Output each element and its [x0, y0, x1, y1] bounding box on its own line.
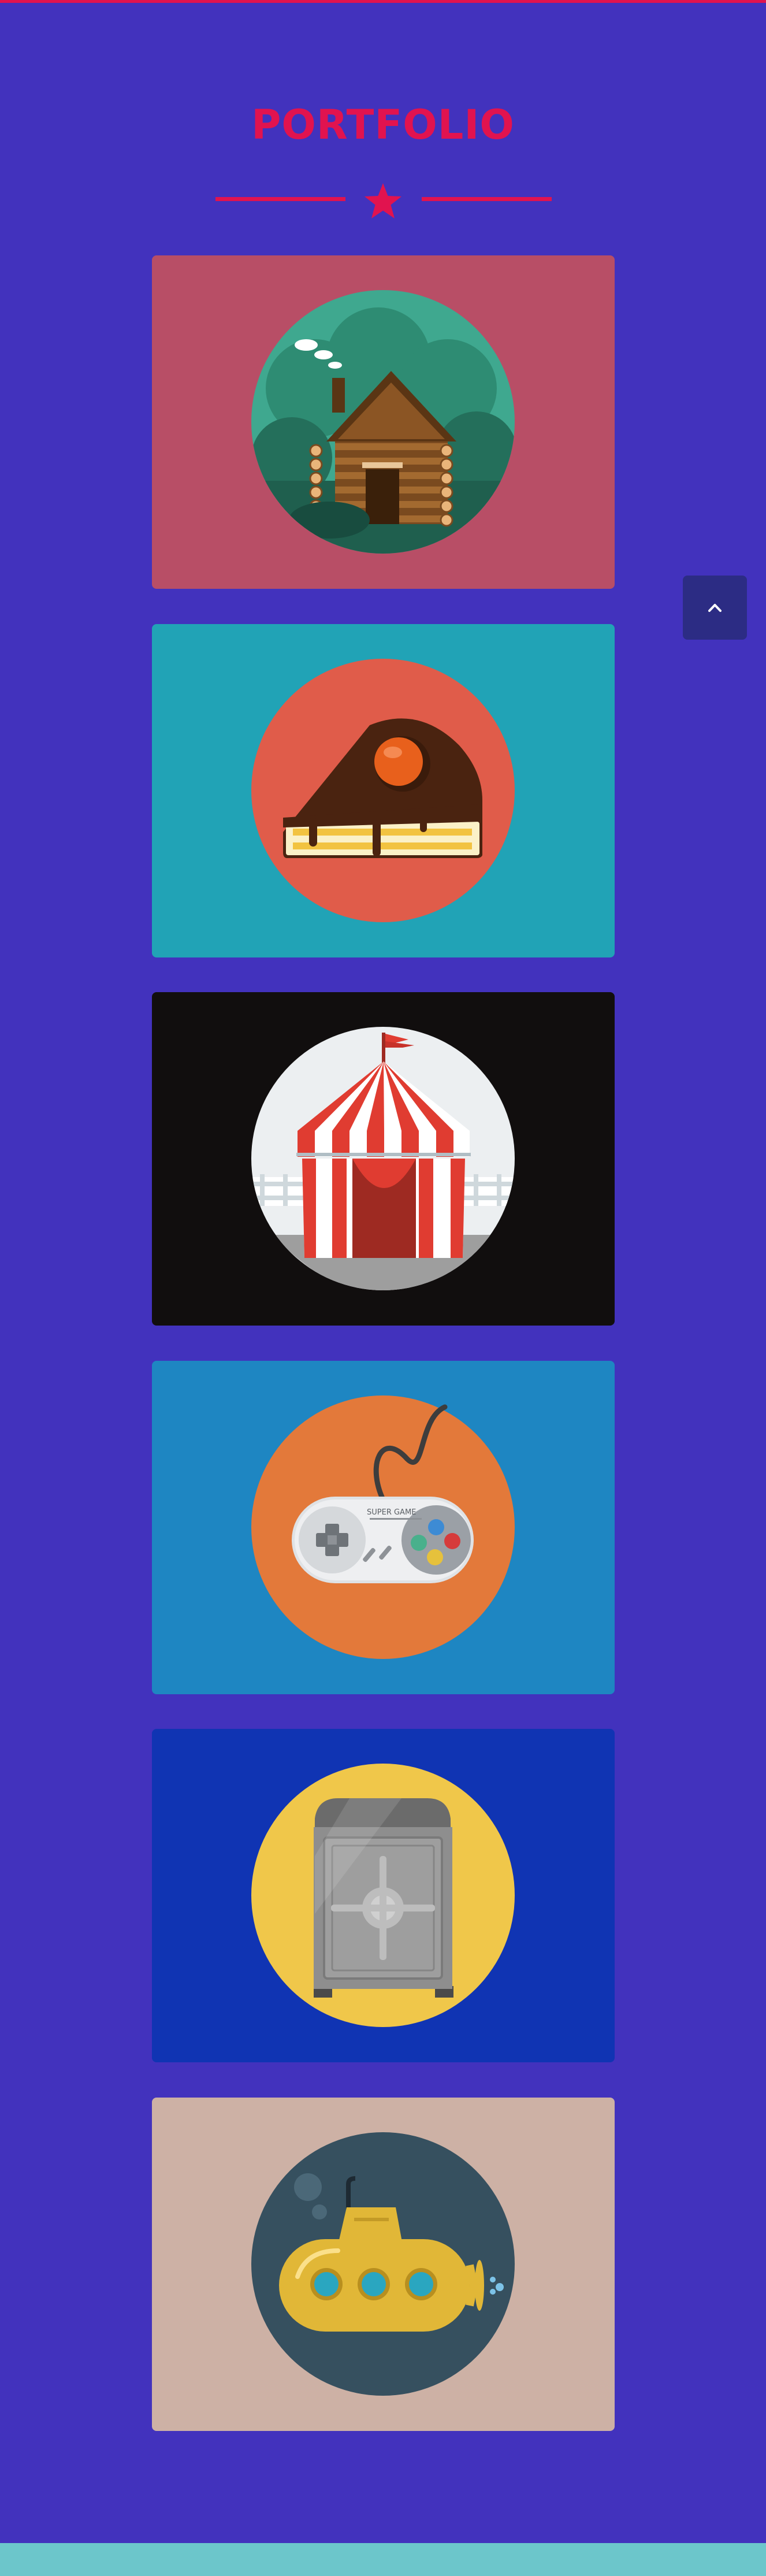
star-icon	[365, 183, 401, 218]
section-title: PORTFOLIO	[251, 101, 515, 149]
footer-band	[0, 2543, 766, 2576]
portfolio-item-circus[interactable]	[152, 992, 615, 1326]
portfolio-item-submarine[interactable]	[152, 2098, 615, 2431]
safe-icon	[251, 1764, 515, 2027]
portfolio-item-game-controller[interactable]: SUPER GAME	[152, 1361, 615, 1694]
chevron-up-icon	[708, 604, 722, 612]
divider-line-left	[215, 197, 345, 201]
game-controller-icon: SUPER GAME	[251, 1395, 515, 1659]
circus-tent-icon	[251, 1027, 515, 1290]
controller-brand-label: SUPER GAME	[367, 1508, 416, 1517]
portfolio-item-safe[interactable]	[152, 1729, 615, 2062]
title-divider	[0, 182, 766, 218]
portfolio-item-cabin[interactable]	[152, 255, 615, 589]
top-accent-border	[0, 0, 766, 3]
scroll-to-top-button[interactable]	[683, 576, 747, 640]
submarine-icon	[251, 2132, 515, 2396]
portfolio-item-cake[interactable]	[152, 624, 615, 957]
divider-line-right	[422, 197, 552, 201]
cake-icon	[251, 659, 515, 922]
cabin-icon	[251, 290, 515, 554]
